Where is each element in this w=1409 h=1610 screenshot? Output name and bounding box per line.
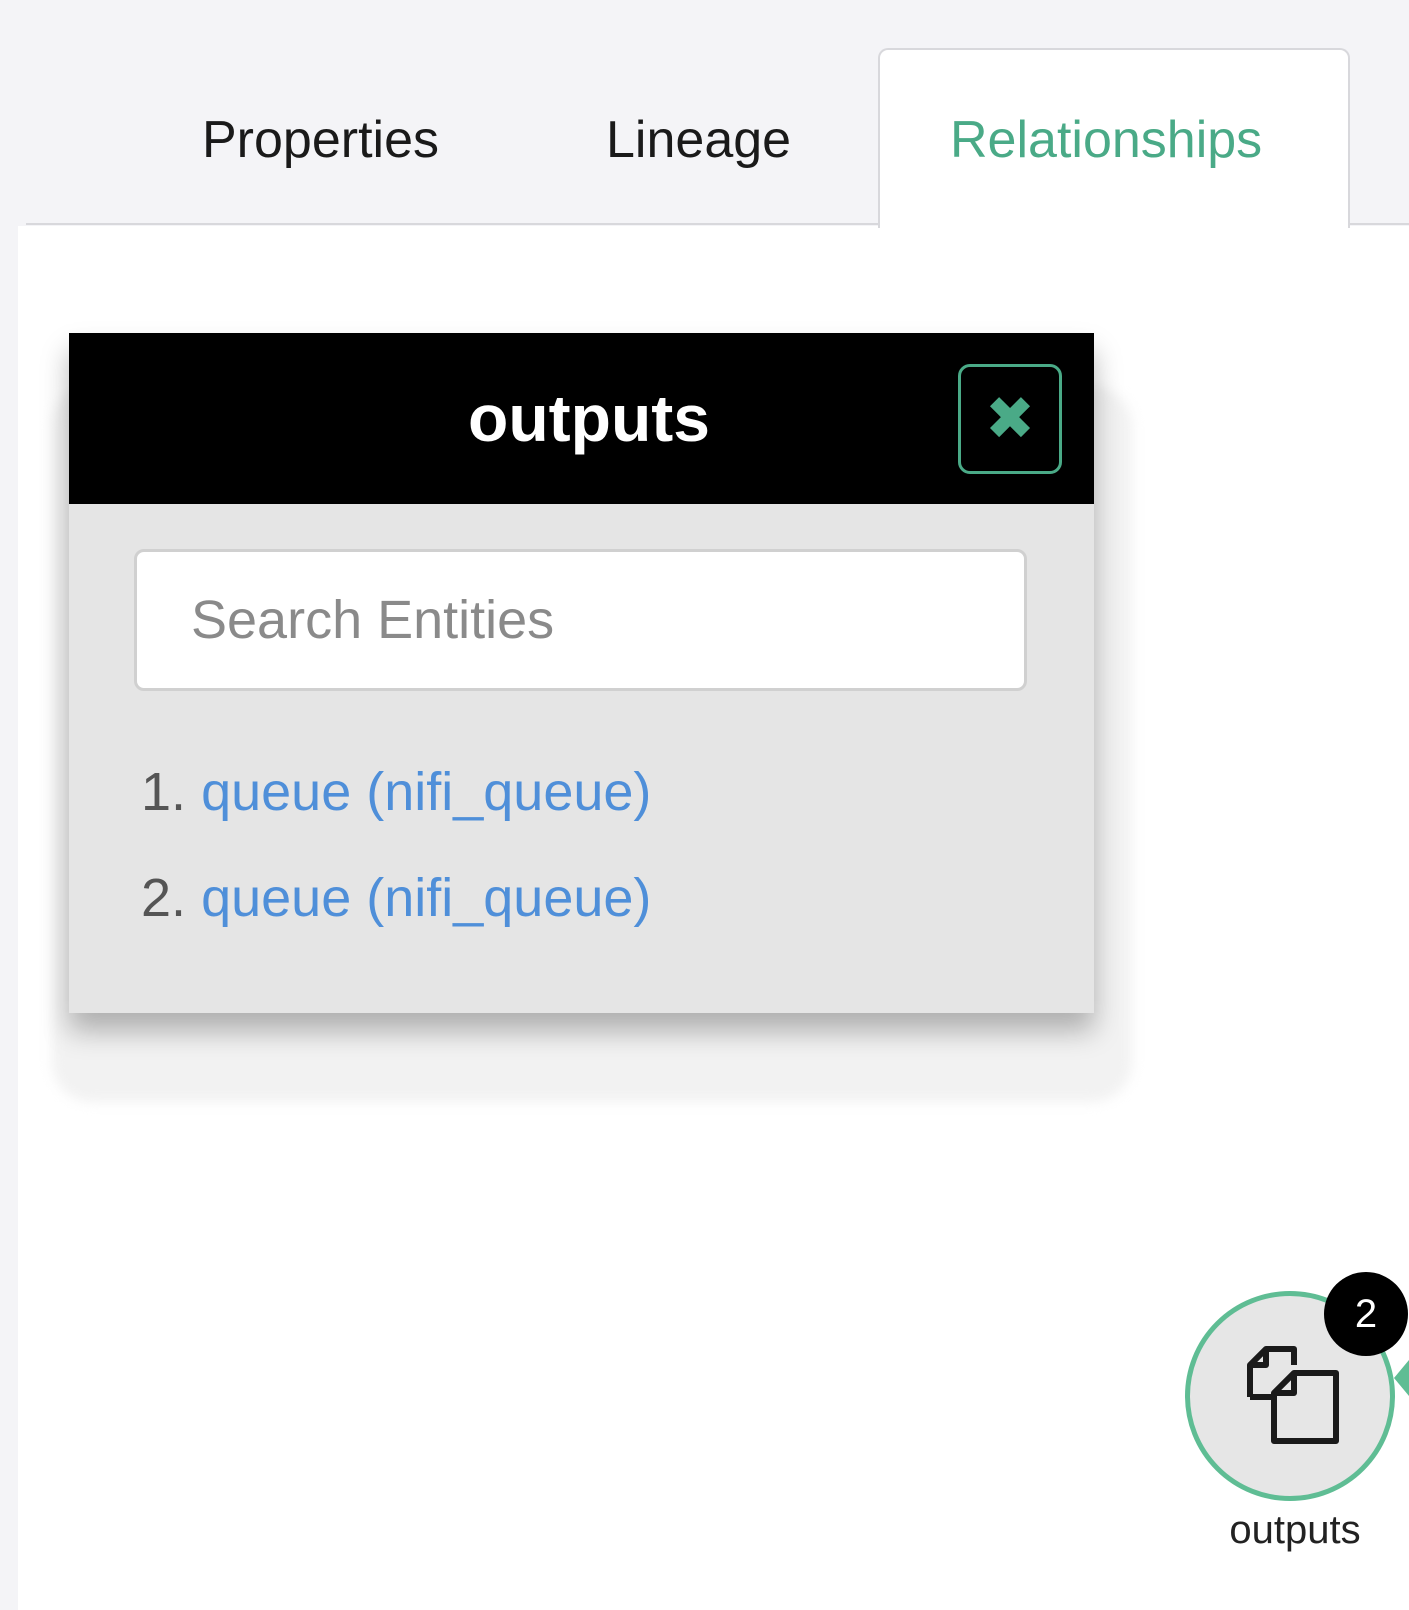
outputs-popup: outputs ✖ 1. queue (nifi_queue) 2. queue…	[69, 333, 1094, 1013]
copy-documents-icon	[1247, 1346, 1339, 1444]
result-list: 1. queue (nifi_queue) 2. queue (nifi_que…	[141, 739, 651, 951]
relationships-page: Properties Lineage Relationships outputs…	[0, 0, 1409, 1610]
tab-relationships-label: Relationships	[950, 111, 1263, 169]
tab-relationships[interactable]: Relationships	[878, 48, 1350, 228]
list-item: 1. queue (nifi_queue)	[141, 739, 651, 845]
entity-link[interactable]: queue (nifi_queue)	[201, 762, 651, 822]
list-item-number: 1.	[141, 762, 187, 822]
list-item-number: 2.	[141, 868, 187, 928]
count-badge: 2	[1324, 1272, 1408, 1356]
popup-title: outputs	[468, 381, 710, 455]
tab-properties[interactable]: Properties	[202, 92, 439, 188]
close-icon: ✖	[984, 385, 1036, 452]
tab-lineage[interactable]: Lineage	[606, 92, 791, 188]
node-label: outputs	[1229, 1508, 1361, 1552]
close-button[interactable]: ✖	[958, 364, 1062, 474]
popup-header: outputs ✖	[69, 333, 1094, 504]
entity-link[interactable]: queue (nifi_queue)	[201, 868, 651, 928]
list-item: 2. queue (nifi_queue)	[141, 845, 651, 951]
search-input[interactable]	[134, 549, 1027, 691]
edge-arrow-icon	[1394, 1360, 1409, 1396]
left-gutter	[0, 226, 18, 1610]
